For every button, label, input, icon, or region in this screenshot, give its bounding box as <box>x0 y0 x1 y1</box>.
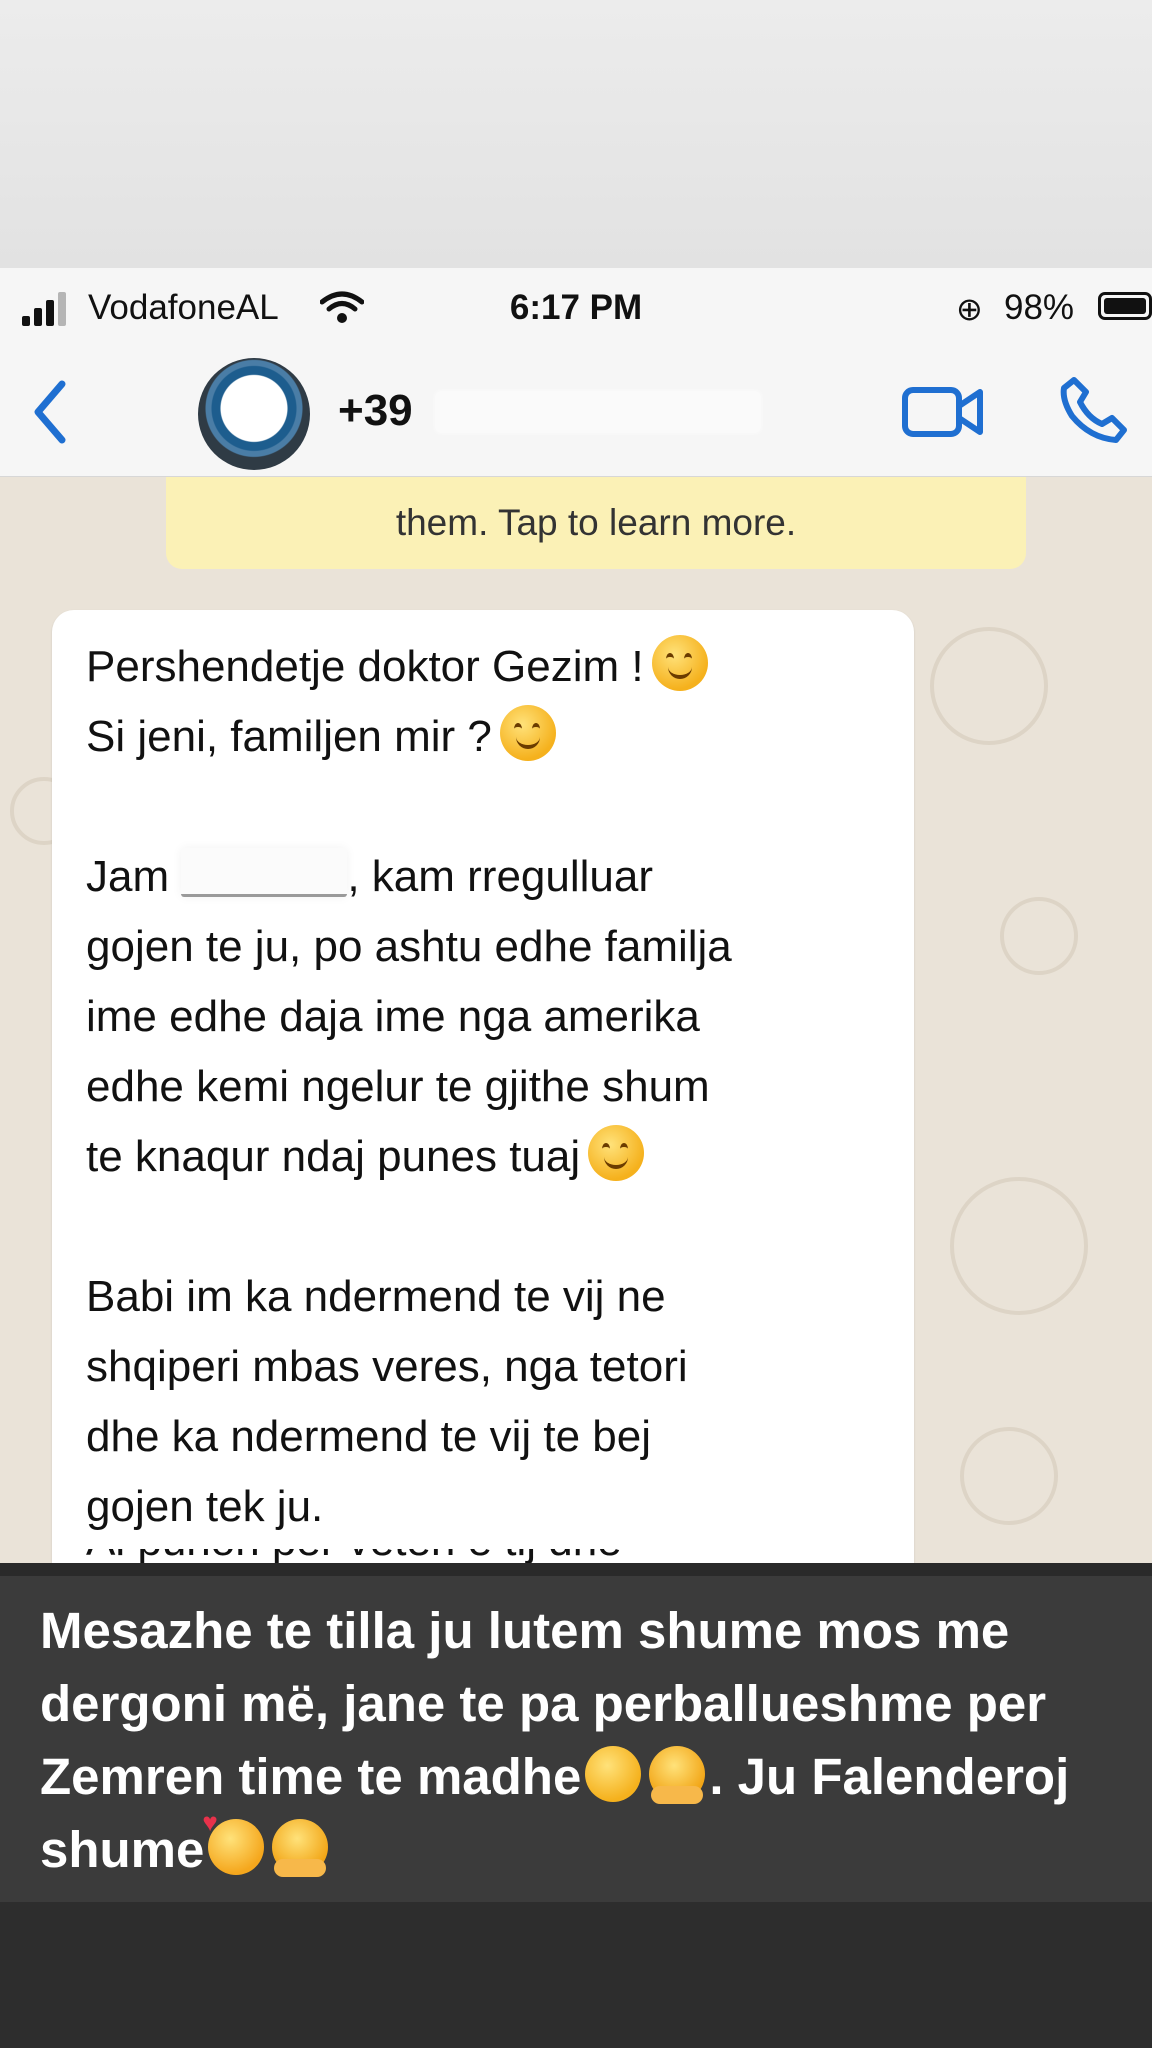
whatsapp-screenshot: VodafoneAL 6:17 PM ⊕ 98% +39 them. Tap t… <box>0 268 1152 1563</box>
smiling-face-with-hearts-emoji <box>202 1809 265 1875</box>
message-line: dhe ka ndermend te vij te bej <box>86 1412 652 1461</box>
smiling-face-emoji <box>588 1125 645 1181</box>
message-line: Ai punon per vetën e tij dhe <box>86 1549 866 1563</box>
security-notice[interactable]: them. Tap to learn more. <box>166 477 1026 569</box>
message-text: Pershendetje doktor Gezim ! Si jeni, fam… <box>86 632 886 1542</box>
contact-name[interactable]: +39 <box>338 386 413 436</box>
story-caption-band: Mesazhe te tilla ju lutem shume mos me d… <box>0 1576 1152 1902</box>
message-line: , kam rregulluar <box>347 852 654 901</box>
battery-icon <box>1098 292 1152 320</box>
story-caption: Mesazhe te tilla ju lutem shume mos me d… <box>40 1594 1130 1886</box>
battery-percent: 98% <box>1004 288 1075 327</box>
orientation-lock-icon: ⊕ <box>956 291 983 327</box>
message-bubble: Pershendetje doktor Gezim ! Si jeni, fam… <box>52 610 914 1563</box>
hugging-face-emoji <box>649 1746 706 1804</box>
message-line: ime edhe daja ime nga amerika <box>86 992 700 1041</box>
message-line: te knaqur ndaj punes tuaj <box>86 1132 581 1181</box>
message-line: Si jeni, familjen mir ? <box>86 712 492 761</box>
story-bottom-band <box>0 1902 1152 2048</box>
phone-call-icon[interactable] <box>1060 376 1128 444</box>
message-line: Jam <box>86 852 170 901</box>
smiling-face-emoji <box>651 635 708 691</box>
chat-header: +39 <box>0 348 1152 477</box>
message-line: Babi im ka ndermend te vij ne <box>86 1272 666 1321</box>
hugging-face-emoji <box>272 1819 329 1877</box>
story-top-band <box>0 0 1152 268</box>
smiling-face-emoji <box>499 705 556 761</box>
cut-off-line: Ai punon per vetën e tij dhe <box>86 1549 866 1563</box>
back-chevron-icon[interactable] <box>28 376 72 448</box>
status-bar: VodafoneAL 6:17 PM ⊕ 98% <box>0 268 1152 348</box>
video-call-icon[interactable] <box>902 384 984 440</box>
message-line: gojen tek ju. <box>86 1482 324 1531</box>
message-line: edhe kemi ngelur te gjithe shum <box>86 1062 710 1111</box>
contact-avatar[interactable] <box>198 358 310 470</box>
message-line: shqiperi mbas veres, nga tetori <box>86 1342 688 1391</box>
redacted-name <box>181 848 348 897</box>
redacted-number <box>436 392 760 432</box>
message-line: gojen te ju, po ashtu edhe familja <box>86 922 732 971</box>
smiling-face-emoji <box>585 1746 642 1802</box>
message-line: Pershendetje doktor Gezim ! <box>86 642 644 691</box>
